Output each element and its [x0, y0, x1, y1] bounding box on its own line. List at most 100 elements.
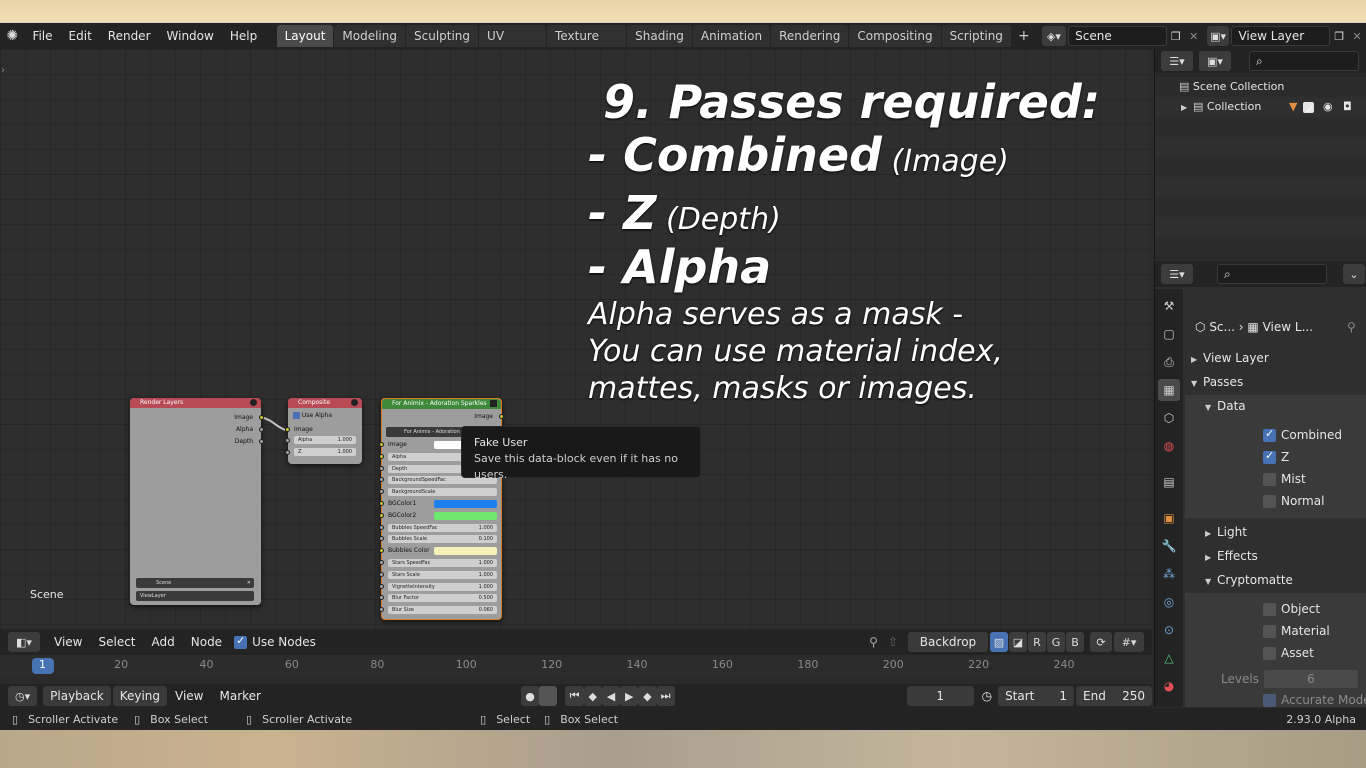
composite-z-socket[interactable] — [285, 450, 290, 455]
playback-menu[interactable]: Playback ⌄ — [43, 686, 111, 721]
material-tab-icon[interactable]: ◕ — [1158, 675, 1180, 697]
group-input-field[interactable]: Bubbles Scale 0.100 — [388, 535, 497, 544]
backdrop-channel-alpha-icon[interactable]: ◪ — [1009, 632, 1027, 652]
keying-menu[interactable]: Keying ⌄ — [112, 686, 168, 721]
timeline-view-menu[interactable]: View — [167, 683, 211, 709]
view-layer-tab-icon[interactable]: ▦ — [1158, 379, 1180, 401]
auto-keying-icon[interactable] — [539, 686, 558, 706]
jump-start-icon[interactable]: ⏮ — [565, 686, 584, 706]
accurate-mode-checkbox[interactable]: Accurate Mode — [1263, 693, 1366, 707]
scene-field[interactable]: Scene — [1068, 26, 1167, 46]
group-input-socket[interactable] — [379, 607, 384, 613]
object-data-tab-icon[interactable]: △ — [1158, 647, 1180, 669]
composite-alpha-field[interactable]: Alpha 1.000 — [294, 436, 356, 444]
end-frame-field[interactable]: End 250 — [1076, 686, 1152, 706]
group-input-field[interactable]: Stars Scale 1.000 — [388, 570, 497, 579]
next-keyframe-icon[interactable]: ◆ — [638, 686, 657, 706]
group-input-field[interactable]: Blur Factor 0.500 — [388, 594, 497, 603]
output-image-socket[interactable] — [259, 415, 264, 420]
cryptomatte-material-checkbox[interactable]: Material — [1263, 624, 1330, 638]
tab-shading[interactable]: Shading — [627, 25, 692, 47]
exclude-checkbox[interactable] — [1303, 97, 1319, 120]
outliner-editor-type-icon[interactable]: ☰▾ — [1161, 51, 1193, 71]
group-input-field[interactable]: Stars SpeedFac 1.000 — [388, 559, 497, 567]
cryptomatte-object-checkbox[interactable]: Object — [1263, 602, 1320, 616]
prev-keyframe-icon[interactable]: ◆ — [583, 686, 602, 706]
node-menu-add[interactable]: Add — [144, 629, 183, 655]
tab-scripting[interactable]: Scripting — [941, 25, 1011, 47]
outliner-row-collection[interactable]: ▶▤ Collection ▼ ◉ ◘ — [1155, 97, 1366, 120]
editor-type-icon[interactable]: ◧▾ — [8, 632, 40, 652]
composite-z-field[interactable]: Z 1.000 — [294, 448, 356, 456]
group-input-socket[interactable] — [379, 536, 384, 542]
play-reverse-icon[interactable]: ◀ — [601, 686, 621, 706]
play-icon[interactable]: ▶ — [620, 686, 639, 706]
node-menu-node[interactable]: Node — [183, 629, 230, 655]
tab-animation[interactable]: Animation — [692, 25, 771, 47]
physics-tab-icon[interactable]: ◎ — [1158, 591, 1180, 613]
group-input-socket[interactable] — [379, 465, 384, 471]
composite-header[interactable]: Composite — [288, 398, 362, 408]
parent-node-tree-icon[interactable]: ⇧ — [888, 635, 898, 649]
start-frame-field[interactable]: Start 1 — [998, 686, 1075, 706]
subpanel-effects[interactable]: ▶ Effects — [1205, 549, 1258, 563]
timeline-ruler[interactable]: 1 20 40 60 80 100 120 140 160 180 200 220 240 — [0, 655, 1152, 677]
delete-view-layer-icon[interactable]: ✕ — [1348, 26, 1366, 46]
stopwatch-icon[interactable]: ◷ — [982, 689, 992, 703]
scene-tab-icon[interactable]: ⬡ — [1158, 407, 1180, 429]
view-layer-selector-icon[interactable]: ▣▾ — [1206, 26, 1230, 46]
record-icon[interactable]: ● — [520, 686, 540, 706]
group-input-socket[interactable] — [379, 477, 384, 483]
group-input-field[interactable]: Bubbles SpeedFac 1.000 — [388, 523, 497, 532]
group-input-socket[interactable] — [379, 583, 384, 589]
backdrop-channel-r[interactable]: R — [1028, 632, 1046, 652]
render-layers-node[interactable]: Render Layers Image Alpha Depth Scene ✕ V… — [130, 398, 264, 605]
subpanel-data[interactable]: ▼ Data — [1205, 399, 1246, 413]
normal-checkbox[interactable]: Normal — [1263, 494, 1324, 508]
node-editor[interactable]: › Scene Render Layers Image Alpha Depth … — [0, 49, 1152, 629]
group-input-socket[interactable] — [379, 489, 384, 495]
blender-logo-icon[interactable]: ✺ — [0, 28, 24, 44]
group-output-socket[interactable] — [499, 414, 504, 419]
tab-sculpting[interactable]: Sculpting — [406, 25, 479, 47]
delete-scene-icon[interactable]: ✕ — [1185, 26, 1203, 46]
group-input-socket[interactable] — [379, 512, 384, 518]
group-input-socket[interactable] — [379, 595, 384, 601]
snap-element-icon[interactable]: #▾ — [1114, 632, 1144, 652]
group-input-socket[interactable] — [379, 501, 384, 506]
subpanel-cryptomatte[interactable]: ▼ Cryptomatte — [1205, 573, 1293, 587]
group-input-socket[interactable] — [379, 524, 384, 530]
subpanel-light[interactable]: ▶ Light — [1205, 525, 1247, 539]
particles-tab-icon[interactable]: ⁂ — [1158, 563, 1180, 585]
modifier-tab-icon[interactable]: 🔧 — [1158, 535, 1180, 557]
output-depth-socket[interactable] — [259, 439, 264, 444]
group-input-color-swatch[interactable] — [434, 511, 497, 520]
tab-uv-editing[interactable]: UV Editing — [479, 25, 547, 65]
tab-layout[interactable]: Layout — [276, 25, 334, 47]
panel-passes[interactable]: ▼ Passes — [1191, 375, 1243, 389]
group-input-color-swatch[interactable] — [434, 547, 497, 556]
panel-view-layer[interactable]: ▶ View Layer — [1191, 351, 1269, 365]
scene-selector-icon[interactable]: ◈▾ — [1041, 26, 1067, 46]
node-menu-view[interactable]: View — [46, 629, 90, 655]
composite-image-socket[interactable] — [285, 427, 290, 432]
levels-field[interactable]: 6 — [1263, 669, 1359, 689]
menu-render[interactable]: Render — [100, 23, 159, 49]
group-header[interactable]: For Animix - Adoration Sparkles — [382, 399, 501, 409]
group-input-socket[interactable] — [379, 453, 384, 459]
new-scene-icon[interactable]: ❐ — [1167, 26, 1185, 46]
mist-checkbox[interactable]: Mist — [1263, 472, 1306, 486]
cryptomatte-asset-checkbox[interactable]: Asset — [1263, 646, 1314, 660]
outliner-row-scene-collection[interactable]: ▤ Scene Collection — [1155, 77, 1366, 97]
backdrop-channel-color-icon[interactable]: ▨ — [990, 632, 1008, 652]
menu-window[interactable]: Window — [159, 23, 222, 49]
object-tab-icon[interactable]: ▣ — [1158, 507, 1180, 529]
world-tab-icon[interactable]: ◍ — [1158, 435, 1180, 457]
tool-tab-icon[interactable]: ⚒ — [1158, 295, 1180, 317]
props-search-input[interactable]: ⌕ — [1217, 264, 1327, 284]
rl-scene-field[interactable]: Scene ✕ — [136, 578, 254, 588]
group-input-socket[interactable] — [379, 560, 384, 565]
combined-checkbox[interactable]: Combined — [1263, 427, 1342, 442]
group-input-color-swatch[interactable] — [434, 500, 497, 508]
backdrop-channel-g[interactable]: G — [1047, 632, 1065, 652]
